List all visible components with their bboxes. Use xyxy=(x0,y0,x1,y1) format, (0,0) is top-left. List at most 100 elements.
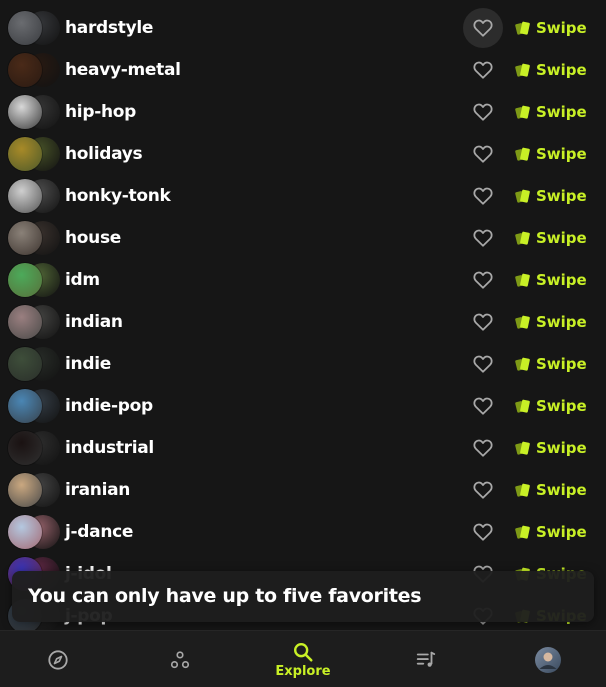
cards-icon xyxy=(515,399,530,413)
favorite-button[interactable] xyxy=(463,260,503,300)
genre-row-heavy-metal[interactable]: heavy-metal Swipe xyxy=(0,49,606,91)
favorite-button[interactable] xyxy=(463,8,503,48)
heart-outline-icon xyxy=(473,145,493,163)
cards-icon xyxy=(515,147,530,161)
nav-playlists[interactable] xyxy=(406,631,446,687)
cards-icon xyxy=(515,441,530,455)
swipe-button[interactable]: Swipe xyxy=(514,469,587,511)
toast-message: You can only have up to five favorites xyxy=(28,585,422,607)
nav-discover[interactable] xyxy=(38,631,78,687)
swipe-button[interactable]: Swipe xyxy=(514,175,587,217)
favorite-button[interactable] xyxy=(463,176,503,216)
favorite-button[interactable] xyxy=(463,428,503,468)
genre-row-indie-pop[interactable]: indie-pop Swipe xyxy=(0,385,606,427)
genre-row-holidays[interactable]: holidays Swipe xyxy=(0,133,606,175)
swipe-button[interactable]: Swipe xyxy=(514,385,587,427)
heart-outline-icon xyxy=(473,481,493,499)
genre-name: hardstyle xyxy=(65,18,154,38)
swipe-label: Swipe xyxy=(536,313,587,331)
swipe-button[interactable]: Swipe xyxy=(514,217,587,259)
artist-avatar xyxy=(8,389,42,423)
favorite-button[interactable] xyxy=(463,470,503,510)
genre-name: honky-tonk xyxy=(65,186,171,206)
swipe-label: Swipe xyxy=(536,103,587,121)
cards-icon xyxy=(515,525,530,539)
genre-name: j-dance xyxy=(65,522,134,542)
genre-list[interactable]: hardstyle Swipe heavy-metal Swipe hip-hop Swi… xyxy=(0,0,606,630)
genre-row-industrial[interactable]: industrial Swipe xyxy=(0,427,606,469)
nav-artists[interactable] xyxy=(160,631,200,687)
genre-artist-avatars xyxy=(8,263,60,297)
genre-name: indie-pop xyxy=(65,396,153,416)
swipe-button[interactable]: Swipe xyxy=(514,133,587,175)
playlist-icon xyxy=(416,651,436,667)
genre-row-hip-hop[interactable]: hip-hop Swipe xyxy=(0,91,606,133)
swipe-button[interactable]: Swipe xyxy=(514,343,587,385)
cards-icon xyxy=(515,273,530,287)
artist-avatar xyxy=(8,53,42,87)
favorite-button[interactable] xyxy=(463,134,503,174)
nav-explore[interactable]: Explore xyxy=(268,631,338,687)
heart-outline-icon xyxy=(473,313,493,331)
swipe-button[interactable]: Swipe xyxy=(514,49,587,91)
genre-artist-avatars xyxy=(8,305,60,339)
swipe-button[interactable]: Swipe xyxy=(514,511,587,553)
heart-outline-icon xyxy=(473,397,493,415)
genre-name: heavy-metal xyxy=(65,60,181,80)
cards-icon xyxy=(515,189,530,203)
artist-avatar xyxy=(8,305,42,339)
favorite-button[interactable] xyxy=(463,302,503,342)
swipe-button[interactable]: Swipe xyxy=(514,259,587,301)
favorite-button[interactable] xyxy=(463,512,503,552)
toast-notification: You can only have up to five favorites xyxy=(12,571,594,622)
favorite-button[interactable] xyxy=(463,344,503,384)
nav-profile[interactable] xyxy=(530,631,566,687)
favorite-button[interactable] xyxy=(463,50,503,90)
heart-outline-icon xyxy=(473,523,493,541)
swipe-button[interactable]: Swipe xyxy=(514,91,587,133)
heart-outline-icon xyxy=(473,271,493,289)
swipe-label: Swipe xyxy=(536,355,587,373)
genre-row-indie[interactable]: indie Swipe xyxy=(0,343,606,385)
genre-row-indian[interactable]: indian Swipe xyxy=(0,301,606,343)
genre-name: house xyxy=(65,228,122,248)
artist-avatar xyxy=(8,95,42,129)
artist-avatar xyxy=(8,221,42,255)
swipe-button[interactable]: Swipe xyxy=(514,7,587,49)
favorite-button[interactable] xyxy=(463,92,503,132)
favorite-button[interactable] xyxy=(463,386,503,426)
genre-name: iranian xyxy=(65,480,131,500)
swipe-label: Swipe xyxy=(536,145,587,163)
swipe-button[interactable]: Swipe xyxy=(514,301,587,343)
genre-row-idm[interactable]: idm Swipe xyxy=(0,259,606,301)
artist-avatar xyxy=(8,515,42,549)
heart-outline-icon xyxy=(473,439,493,457)
circles-icon xyxy=(170,650,190,668)
genre-row-honky-tonk[interactable]: honky-tonk Swipe xyxy=(0,175,606,217)
swipe-button[interactable]: Swipe xyxy=(514,427,587,469)
heart-outline-icon xyxy=(473,19,493,37)
genre-row-house[interactable]: house Swipe xyxy=(0,217,606,259)
swipe-label: Swipe xyxy=(536,481,587,499)
cards-icon xyxy=(515,63,530,77)
genre-artist-avatars xyxy=(8,347,60,381)
genre-row-hardstyle[interactable]: hardstyle Swipe xyxy=(0,7,606,49)
genre-row-iranian[interactable]: iranian Swipe xyxy=(0,469,606,511)
heart-outline-icon xyxy=(473,229,493,247)
swipe-label: Swipe xyxy=(536,187,587,205)
genre-artist-avatars xyxy=(8,389,60,423)
genre-artist-avatars xyxy=(8,431,60,465)
genre-row-j-dance[interactable]: j-dance Swipe xyxy=(0,511,606,553)
swipe-label: Swipe xyxy=(536,61,587,79)
cards-icon xyxy=(515,21,530,35)
swipe-label: Swipe xyxy=(536,19,587,37)
genre-artist-avatars xyxy=(8,473,60,507)
swipe-label: Swipe xyxy=(536,523,587,541)
favorite-button[interactable] xyxy=(463,218,503,258)
artist-avatar xyxy=(8,473,42,507)
cards-icon xyxy=(515,357,530,371)
genre-artist-avatars xyxy=(8,53,60,87)
genre-artist-avatars xyxy=(8,221,60,255)
genre-name: idm xyxy=(65,270,100,290)
artist-avatar xyxy=(8,179,42,213)
